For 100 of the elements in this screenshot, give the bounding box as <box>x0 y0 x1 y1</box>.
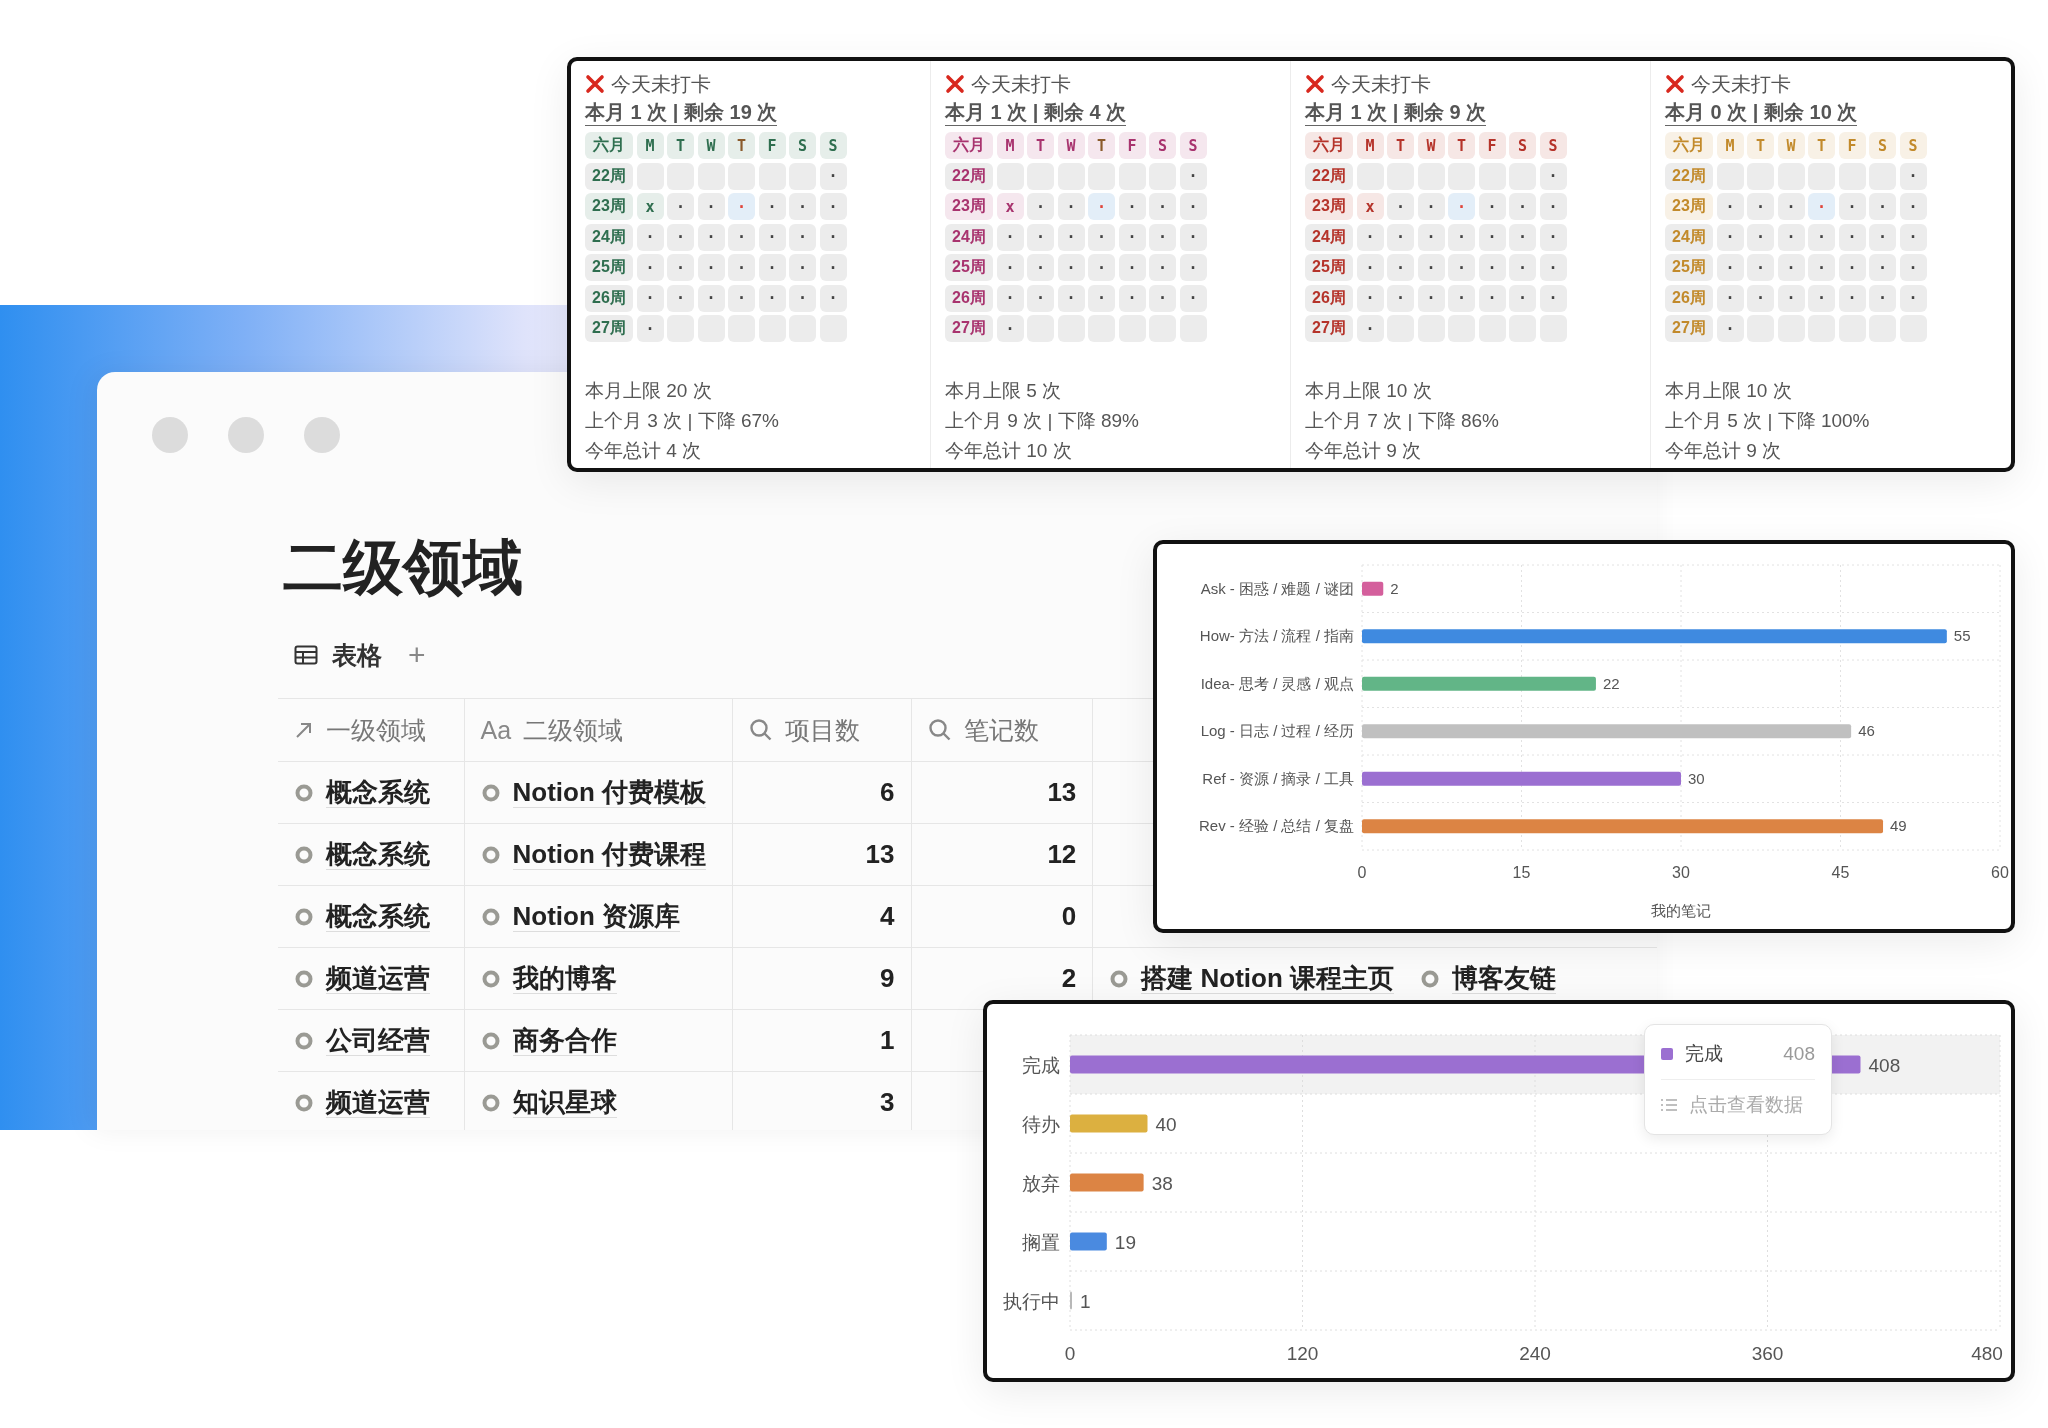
column-header[interactable]: Aa 二级领域 <box>464 699 734 761</box>
page-link[interactable]: 公司经营 <box>326 1025 430 1056</box>
tooltip-value: 408 <box>1783 1043 1815 1065</box>
weekday-label: S <box>1149 132 1176 159</box>
page-link[interactable]: 商务合作 <box>512 1025 617 1056</box>
axis-label: Rev - 经验 / 总结 / 复盘 <box>1199 817 1354 835</box>
day-cell: · <box>1118 223 1146 251</box>
day-cell: · <box>1869 223 1896 251</box>
status-text: 今天未打卡 <box>611 71 711 97</box>
value-label: 38 <box>1151 1172 1173 1194</box>
cross-icon <box>585 74 605 94</box>
day-cell: · <box>789 254 816 281</box>
window-button[interactable] <box>152 417 188 453</box>
day-cell: x <box>636 193 664 220</box>
day-cell: · <box>1088 284 1115 312</box>
page-link[interactable]: 搭建 Notion 课程主页 <box>1141 963 1395 994</box>
weekday-label: S <box>1899 132 1927 159</box>
day-cell: · <box>819 193 847 220</box>
circle-icon <box>1420 968 1441 989</box>
stat-text: 上个月 5 次 | 下降 100% <box>1665 409 1871 433</box>
tick-label: 0 <box>1064 1343 1076 1364</box>
page-link[interactable]: 概念系统 <box>326 777 430 808</box>
weekday-label: S <box>1539 132 1567 159</box>
column-header[interactable]: 项目数 <box>733 699 912 761</box>
day-cell: · <box>996 315 1024 342</box>
weekday-label: T <box>728 132 755 159</box>
day-cell: · <box>1899 162 1927 190</box>
page-link[interactable]: 博客友链 <box>1452 963 1557 994</box>
day-cell: · <box>1838 223 1866 251</box>
value-label: 46 <box>1858 722 1875 740</box>
day-cell: · <box>1027 193 1054 220</box>
weekday-label: T <box>1027 132 1054 159</box>
week-label: 23周 <box>1665 193 1713 220</box>
stat-text: 本月上限 5 次 <box>945 379 1063 403</box>
table-cell: 6 <box>733 762 912 823</box>
window-button[interactable] <box>304 417 340 453</box>
page-link[interactable]: 概念系统 <box>326 901 430 932</box>
day-cell: · <box>697 193 725 220</box>
arrow-icon <box>294 720 314 740</box>
circle-icon <box>480 1092 501 1113</box>
page-link[interactable]: 频道运营 <box>326 963 430 994</box>
day-cell: · <box>1387 193 1414 220</box>
day-cell: · <box>1057 193 1085 220</box>
value-label: 19 <box>1114 1231 1136 1253</box>
value-label: 1 <box>1080 1290 1091 1312</box>
window-button[interactable] <box>228 417 264 453</box>
day-cell: · <box>1448 223 1475 251</box>
day-cell: · <box>697 254 725 281</box>
day-cell: · <box>1869 254 1896 281</box>
weekday-label: M <box>1356 132 1384 159</box>
weekday-label: S <box>1509 132 1536 159</box>
stat-text: 上个月 7 次 | 下降 86% <box>1305 409 1500 433</box>
value-label: 2 <box>1390 579 1399 597</box>
table-icon <box>294 645 318 665</box>
day-cell: · <box>1777 284 1805 312</box>
summary-text: 本月 1 次 | 剩余 4 次 <box>945 99 1127 126</box>
day-cell: · <box>1539 162 1567 190</box>
weekday-label: S <box>819 132 847 159</box>
day-cell: · <box>636 315 664 342</box>
weekday-label: T <box>1808 132 1835 159</box>
page-link[interactable]: 知识星球 <box>512 1087 617 1118</box>
day-cell: · <box>996 223 1024 251</box>
day-cell: · <box>1057 284 1085 312</box>
stat-text: 今年总计 4 次 <box>585 439 703 463</box>
page-link[interactable]: Notion 资源库 <box>512 901 681 932</box>
view-tab[interactable]: 表格 <box>332 638 382 672</box>
day-cell: · <box>728 254 755 281</box>
week-label: 27周 <box>945 315 993 342</box>
axis-label: Ask - 困惑 / 难题 / 谜团 <box>1200 579 1354 597</box>
value-label: 49 <box>1890 817 1907 835</box>
week-label: 23周 <box>585 193 633 220</box>
day-cell: · <box>1539 284 1567 312</box>
week-label: 24周 <box>1665 223 1713 251</box>
day-cell: · <box>1448 284 1475 312</box>
day-cell: · <box>819 284 847 312</box>
week-label: 24周 <box>945 223 993 251</box>
weekday-label: W <box>1417 132 1445 159</box>
day-cell: · <box>1356 254 1384 281</box>
page-link[interactable]: Notion 付费模板 <box>512 777 707 808</box>
day-cell: · <box>1808 254 1835 281</box>
column-header[interactable]: 笔记数 <box>911 699 1094 761</box>
day-cell: · <box>1149 193 1176 220</box>
page-link[interactable]: 概念系统 <box>326 839 430 870</box>
day-cell: · <box>1387 223 1414 251</box>
day-cell: · <box>1478 254 1506 281</box>
day-cell: · <box>1747 193 1774 220</box>
day-cell: · <box>1356 284 1384 312</box>
day-cell: · <box>728 193 755 220</box>
value-label: 40 <box>1155 1113 1177 1135</box>
circle-icon <box>294 1030 314 1051</box>
page-link[interactable]: 我的博客 <box>512 963 617 994</box>
column-header[interactable]: 一级领域 <box>278 699 465 761</box>
page-link[interactable]: 频道运营 <box>326 1087 430 1118</box>
day-cell: · <box>1149 254 1176 281</box>
stat-text: 今年总计 9 次 <box>1305 439 1423 463</box>
day-cell: · <box>1057 223 1085 251</box>
axis-label: Ref - 资源 / 摘录 / 工具 <box>1202 769 1354 787</box>
page-link[interactable]: Notion 付费课程 <box>512 839 707 870</box>
circle-icon <box>1109 968 1130 989</box>
day-cell: · <box>1869 193 1896 220</box>
